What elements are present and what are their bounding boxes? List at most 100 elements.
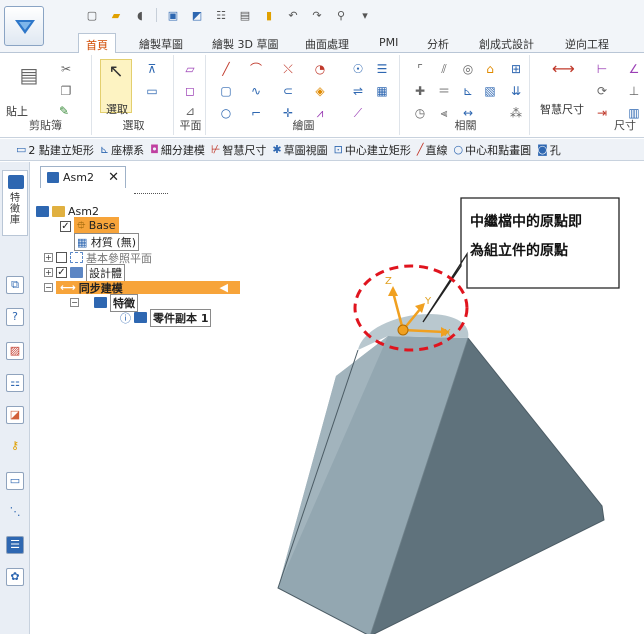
lock-icon[interactable]: ⌂: [482, 61, 498, 77]
line-command[interactable]: ╱ 直線: [417, 142, 448, 158]
center-rectangle-icon: ⊡: [333, 143, 343, 156]
plane-icon[interactable]: ▱: [182, 61, 198, 77]
maintain-icon[interactable]: ⇊: [508, 83, 524, 99]
coordinate-system-command[interactable]: ⊾ 座標系: [100, 142, 144, 158]
fillet-icon[interactable]: ◔: [312, 61, 328, 77]
copy-icon[interactable]: ❐: [58, 83, 74, 99]
distance-icon[interactable]: ⊢: [594, 61, 610, 77]
select-filter-icon[interactable]: ⊼: [144, 61, 160, 77]
customize-icon[interactable]: ▾: [355, 6, 375, 24]
center-rectangle-command[interactable]: ⊡ 中心建立矩形: [334, 142, 411, 158]
rectangle-icon: ▭: [16, 143, 27, 156]
document-tab[interactable]: Asm2 ✕: [40, 166, 126, 188]
save-as-icon[interactable]: ◩: [187, 6, 207, 24]
ref-plane-icon: [70, 252, 83, 263]
checkbox-base[interactable]: ✓: [60, 221, 71, 232]
plane-options-icon[interactable]: ◻: [182, 83, 198, 99]
expand-icon[interactable]: +: [44, 268, 53, 277]
curve-icon[interactable]: ∿: [248, 83, 264, 99]
tab-sketch[interactable]: 繪製草圖: [132, 33, 190, 53]
expand-icon[interactable]: +: [44, 253, 53, 262]
left-docking-bar: 特徵庫 ⧉ ? ▨ ⚏ ◪ ⚷ ▭ ⋱ ☰ ✿: [0, 162, 30, 634]
help-icon[interactable]: ?: [6, 308, 24, 326]
circle-command[interactable]: ○ 中心和點畫圓: [453, 142, 531, 158]
tab-generative-design[interactable]: 創成式設計: [472, 33, 541, 53]
concentric-icon[interactable]: ◎: [460, 61, 476, 77]
open-file-icon[interactable]: ▰: [106, 6, 126, 24]
arc-dimension-icon[interactable]: ⟳: [594, 83, 610, 99]
line-icon: ╱: [416, 143, 424, 156]
perpendicular-icon[interactable]: ⌜: [412, 61, 428, 77]
smart-dimension-command[interactable]: ⊬ 智慧尺寸: [211, 142, 267, 158]
checkbox-design-body[interactable]: ✓: [56, 267, 67, 278]
equal-icon[interactable]: ＝: [436, 83, 452, 99]
hole-command[interactable]: ◙ 孔: [537, 142, 561, 158]
select-box-icon[interactable]: ▭: [144, 83, 160, 99]
color-icon[interactable]: ◪: [6, 406, 24, 424]
collapse-icon[interactable]: −: [70, 298, 79, 307]
arc-icon[interactable]: ⌒: [248, 61, 264, 77]
table-icon[interactable]: ☷: [211, 6, 231, 24]
save-icon[interactable]: ▣: [163, 6, 183, 24]
smart-dimension-label[interactable]: 智慧尺寸: [540, 101, 584, 117]
screen-icon[interactable]: ▭: [6, 472, 24, 490]
tree-node-design-body[interactable]: + ✓ 設計體: [44, 263, 125, 282]
coordinate-dimension-icon[interactable]: ⊥: [626, 83, 642, 99]
parallel-icon[interactable]: ⫽: [436, 61, 452, 77]
sketch-view-command[interactable]: ✱ 草圖視圖: [272, 142, 327, 158]
smart-dimension-icon[interactable]: ⟷: [552, 61, 575, 77]
tree-node-part-copy[interactable]: ⓘ 零件副本 1: [120, 308, 212, 327]
application-button[interactable]: [4, 6, 44, 46]
print-icon[interactable]: ▤: [235, 6, 255, 24]
display-icon[interactable]: ⚏: [6, 374, 24, 392]
command-label: 2 點建立矩形: [28, 143, 94, 157]
layers-icon[interactable]: ▨: [6, 342, 24, 360]
checkbox-ref-planes[interactable]: [56, 252, 67, 263]
feature-library-tab[interactable]: 特徵庫: [2, 170, 28, 236]
rigid-set-icon[interactable]: ▧: [482, 83, 498, 99]
connect-icon[interactable]: ✚: [412, 83, 428, 99]
tab-home[interactable]: 首頁: [78, 33, 116, 54]
tab-pmi[interactable]: PMI: [372, 33, 405, 53]
cut-icon[interactable]: ✂: [58, 61, 74, 77]
pattern-icon[interactable]: ▦: [374, 83, 390, 99]
magnet-icon[interactable]: ◖: [130, 6, 150, 24]
ribbon: ▤ ✂ ❐ 貼上 ✎ 剪貼簿 ↖ 選取 ⊼ ▭ 選取 ▱ ◻ ⊿ 平面 ╱ ⌒ …: [0, 53, 644, 138]
tab-3d-sketch[interactable]: 繪製 3D 草圖: [205, 33, 285, 53]
key-icon[interactable]: ⚷: [6, 438, 24, 456]
collapse-icon[interactable]: −: [44, 283, 53, 292]
properties-icon[interactable]: ☰: [6, 536, 24, 554]
tree-icon[interactable]: ⋱: [6, 504, 24, 522]
tree-node-material[interactable]: ▦ 材質 (無): [74, 232, 139, 251]
trim-icon[interactable]: ⤬: [280, 61, 296, 77]
tree-node-features[interactable]: − 特徵: [70, 293, 138, 312]
features-icon: [94, 297, 107, 308]
tab-reverse-engineering[interactable]: 逆向工程: [558, 33, 616, 53]
mirror-icon[interactable]: ⇌: [350, 83, 366, 99]
subdivision-command[interactable]: ◘ 細分建模: [150, 142, 205, 158]
link-icon[interactable]: ⚲: [331, 6, 351, 24]
project-icon[interactable]: ☉: [350, 61, 366, 77]
rectangle-2pt-command[interactable]: ▭ 2 點建立矩形: [16, 142, 94, 158]
angle-icon[interactable]: ∠: [626, 61, 642, 77]
extend-icon[interactable]: ◈: [312, 83, 328, 99]
tab-inspect[interactable]: 分析: [420, 33, 456, 53]
new-file-icon[interactable]: ▢: [82, 6, 102, 24]
relate-toggle-icon[interactable]: ⊞: [508, 61, 524, 77]
redo-icon[interactable]: ↷: [307, 6, 327, 24]
offset-curve-icon[interactable]: ⊂: [280, 83, 296, 99]
command-label: 智慧尺寸: [222, 143, 267, 157]
folder-icon[interactable]: ▮: [259, 6, 279, 24]
horizontal-vertical-icon[interactable]: ⊾: [460, 83, 476, 99]
paste-icon[interactable]: ▤: [18, 63, 40, 87]
tree-node-sync-modeling[interactable]: − ⟷ 同步建模 ◀: [44, 280, 240, 295]
line-icon[interactable]: ╱: [218, 61, 234, 77]
undo-icon[interactable]: ↶: [283, 6, 303, 24]
offset-icon[interactable]: ☰: [374, 61, 390, 77]
part-copy-icon: [134, 312, 147, 323]
settings-icon[interactable]: ✿: [6, 568, 24, 586]
assembly-icon[interactable]: ⧉: [6, 276, 24, 294]
rectangle-icon[interactable]: ▢: [218, 83, 234, 99]
tab-surfacing[interactable]: 曲面處理: [298, 33, 356, 53]
close-icon[interactable]: ✕: [108, 170, 119, 185]
